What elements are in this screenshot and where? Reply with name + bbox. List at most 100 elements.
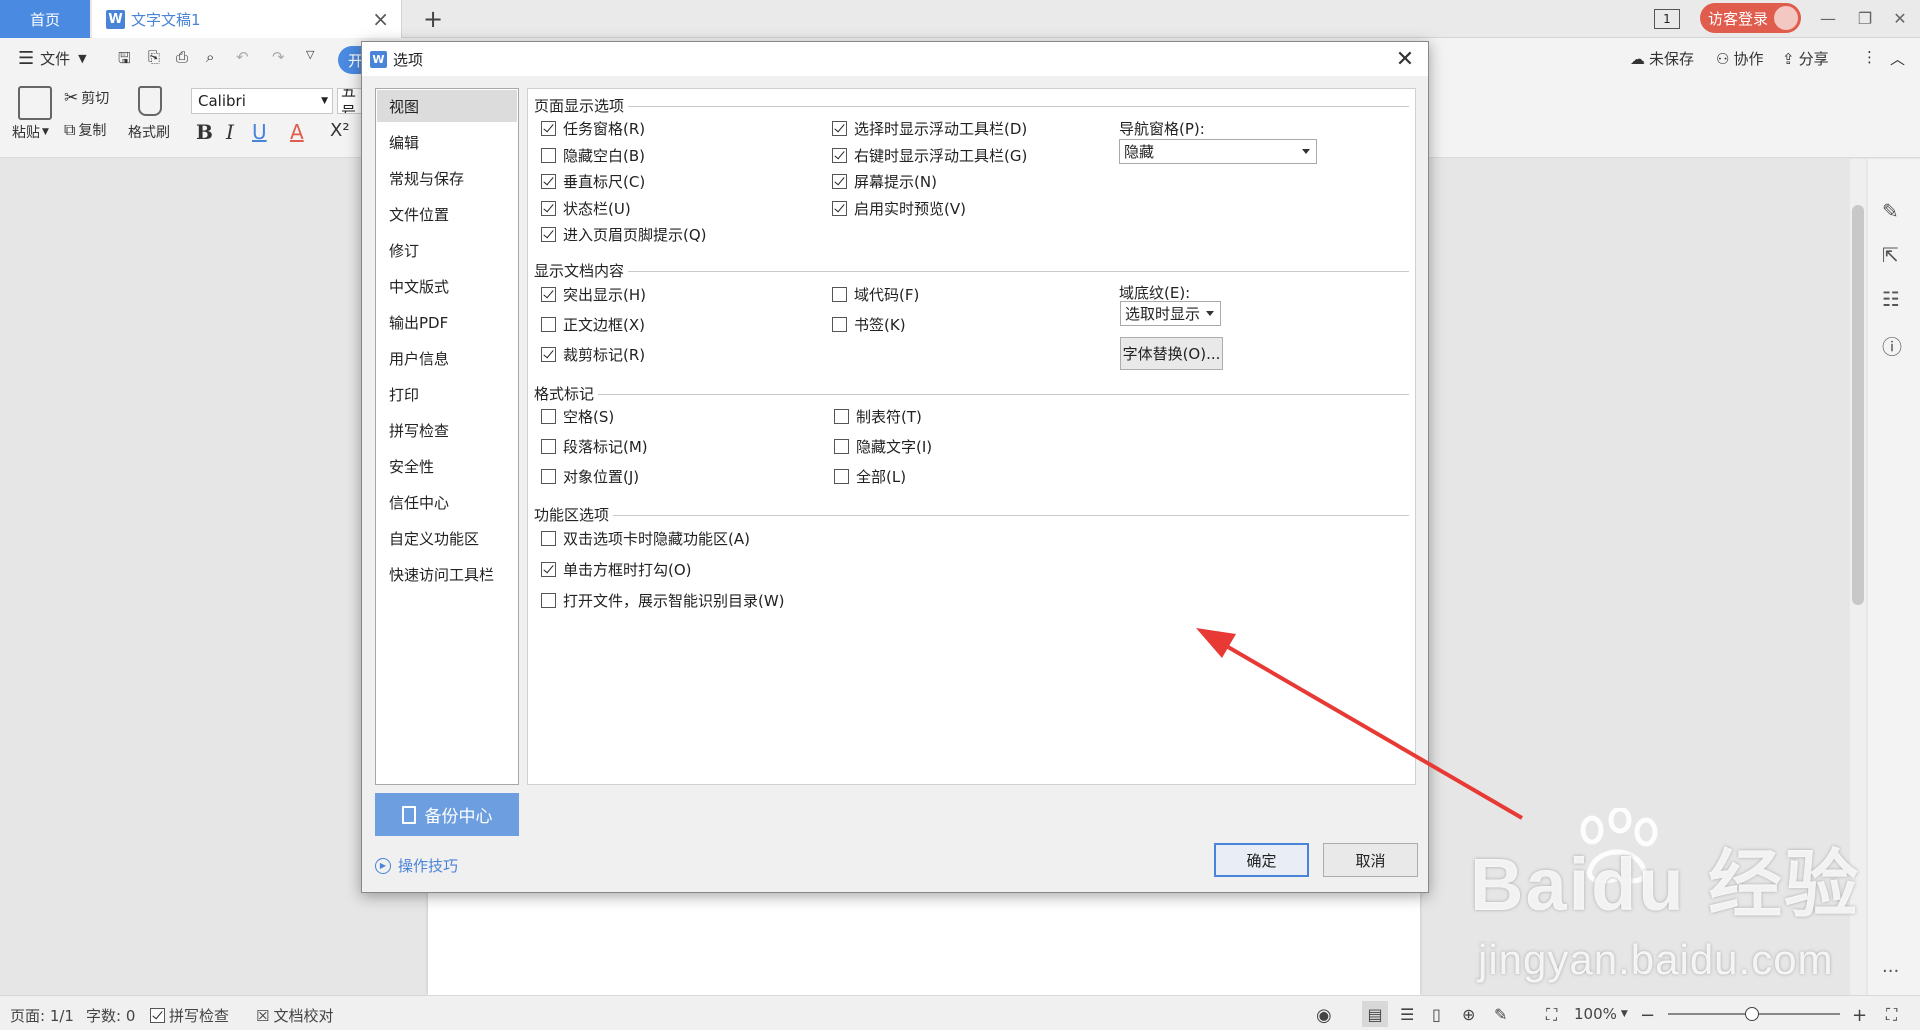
zoom-in-icon[interactable]: +	[1852, 1005, 1867, 1026]
collapse-ribbon-icon[interactable]: ︿	[1890, 48, 1905, 69]
checkbox[interactable]	[541, 409, 556, 424]
minimize-icon[interactable]: —	[1814, 6, 1842, 30]
checkbox[interactable]	[832, 200, 847, 216]
checkbox-option[interactable]: 任务窗格(R)	[541, 118, 645, 139]
nav-item[interactable]: 中文版式	[377, 270, 517, 302]
checkbox-option[interactable]: 域代码(F)	[832, 284, 919, 305]
nav-item[interactable]: 输出PDF	[377, 306, 517, 338]
annotate-icon[interactable]: ✎	[1494, 1005, 1507, 1024]
checkbox[interactable]	[541, 287, 556, 302]
file-menu[interactable]: ☰ 文件 ▼	[18, 48, 87, 69]
fullscreen-icon[interactable]: ⛶	[1886, 1005, 1897, 1025]
new-tab-button[interactable]: +	[416, 0, 450, 38]
scrollbar-thumb[interactable]	[1852, 205, 1864, 605]
nav-item[interactable]: 信任中心	[377, 486, 517, 518]
help-icon[interactable]: ⓘ	[1882, 331, 1902, 360]
checkbox-option[interactable]: 状态栏(U)	[541, 198, 631, 219]
bold-button[interactable]: B	[196, 120, 213, 144]
tab-home[interactable]: 首页	[0, 0, 90, 38]
dialog-title-bar[interactable]: W 选项 ✕	[362, 42, 1428, 76]
restore-icon[interactable]: ❐	[1851, 6, 1879, 30]
checkbox[interactable]	[541, 562, 556, 577]
undo-icon[interactable]: ↶	[236, 48, 249, 66]
checkbox[interactable]	[541, 147, 556, 163]
font-name-combo[interactable]: Calibri ▼	[191, 88, 333, 114]
checkbox[interactable]	[541, 469, 556, 484]
unsaved-indicator[interactable]: ☁ 未保存	[1630, 48, 1694, 69]
close-window-icon[interactable]: ✕	[1886, 6, 1914, 30]
checkbox[interactable]	[541, 593, 556, 608]
redo-icon[interactable]: ↷	[272, 48, 285, 66]
nav-item[interactable]: 视图	[377, 90, 517, 122]
checkbox-option[interactable]: 正文边框(X)	[541, 314, 645, 335]
window-count-icon[interactable]: 1	[1654, 9, 1680, 29]
font-color-button[interactable]: A	[290, 120, 304, 144]
checkbox[interactable]	[834, 409, 849, 424]
checkbox-option[interactable]: 隐藏文字(I)	[834, 436, 932, 457]
checkbox-option[interactable]: 全部(L)	[834, 466, 906, 487]
checkbox-option[interactable]: 选择时显示浮动工具栏(D)	[832, 118, 1027, 139]
dialog-close-icon[interactable]: ✕	[1392, 46, 1418, 72]
checkbox[interactable]	[832, 147, 847, 163]
format-painter-button[interactable]: 格式刷	[128, 122, 170, 142]
nav-item[interactable]: 打印	[377, 378, 517, 410]
checkbox-option[interactable]: 对象位置(J)	[541, 466, 639, 487]
nav-item[interactable]: 拼写检查	[377, 414, 517, 446]
web-view-icon[interactable]: ⊕	[1462, 1005, 1475, 1024]
print-preview-icon[interactable]: ⌕	[206, 48, 214, 66]
checkbox[interactable]	[832, 121, 847, 136]
spell-check-toggle[interactable]: 拼写检查	[150, 1005, 229, 1026]
underline-button[interactable]: U	[252, 120, 267, 144]
tips-link[interactable]: ▶ 操作技巧	[375, 855, 458, 876]
collab-button[interactable]: ⚇ 协作	[1716, 48, 1763, 69]
close-tab-icon[interactable]: ×	[372, 7, 389, 31]
pen-icon[interactable]: ✎	[1882, 199, 1899, 223]
reading-view-icon[interactable]: ▯	[1432, 1005, 1441, 1024]
tab-document[interactable]: W 文字文稿1 ×	[92, 0, 402, 38]
zoom-slider-handle[interactable]	[1745, 1007, 1759, 1021]
checkbox[interactable]	[832, 317, 847, 332]
quick-access-dropdown-icon[interactable]: ▽	[306, 48, 314, 61]
checkbox-option[interactable]: 空格(S)	[541, 406, 614, 427]
paste-icon[interactable]	[18, 86, 52, 120]
cancel-button[interactable]: 取消	[1323, 843, 1418, 877]
checkbox-option[interactable]: 打开文件，展示智能识别目录(W)	[541, 590, 785, 611]
nav-item[interactable]: 用户信息	[377, 342, 517, 374]
more-dots-icon[interactable]: ···	[1882, 961, 1899, 982]
save-icon[interactable]: 🖫	[118, 48, 131, 73]
checkbox[interactable]	[541, 531, 556, 546]
checkbox[interactable]	[541, 347, 556, 362]
visitor-login-button[interactable]: 访客登录	[1700, 3, 1801, 33]
checkbox-option[interactable]: 单击方框时打勾(O)	[541, 559, 692, 580]
checkbox[interactable]	[541, 121, 556, 136]
nav-item[interactable]: 自定义功能区	[377, 522, 517, 554]
outline-view-icon[interactable]: ☰	[1400, 1005, 1414, 1024]
zoom-out-icon[interactable]: −	[1640, 1005, 1655, 1026]
proofread-button[interactable]: ☒ 文档校对	[256, 1005, 333, 1026]
checkbox-option[interactable]: 垂直标尺(C)	[541, 171, 645, 192]
more-icon[interactable]: ⋮	[1862, 48, 1877, 66]
checkbox-option[interactable]: 突出显示(H)	[541, 284, 646, 305]
checkbox[interactable]	[832, 174, 847, 189]
checkbox[interactable]	[834, 469, 849, 484]
copy-button[interactable]: ⧉ 复制	[64, 120, 106, 140]
checkbox-option[interactable]: 裁剪标记(R)	[541, 344, 645, 365]
checkbox-option[interactable]: 屏幕提示(N)	[832, 171, 937, 192]
font-substitution-button[interactable]: 字体替换(O)...	[1120, 337, 1223, 370]
word-count[interactable]: 字数: 0	[86, 1005, 135, 1026]
eye-protection-icon[interactable]: ◉	[1316, 1005, 1332, 1026]
checkbox-option[interactable]: 段落标记(M)	[541, 436, 648, 457]
nav-item[interactable]: 快速访问工具栏	[377, 558, 517, 590]
checkbox[interactable]	[834, 439, 849, 454]
nav-item[interactable]: 文件位置	[377, 198, 517, 230]
checkbox-option[interactable]: 双击选项卡时隐藏功能区(A)	[541, 528, 750, 549]
checkbox[interactable]	[541, 174, 556, 189]
checkbox-option[interactable]: 书签(K)	[832, 314, 906, 335]
checkbox-option[interactable]: 启用实时预览(V)	[832, 198, 966, 219]
format-painter-icon[interactable]	[138, 86, 162, 116]
settings-sliders-icon[interactable]: ☷	[1882, 287, 1900, 311]
share-button[interactable]: ⇪ 分享	[1782, 48, 1829, 69]
checkbox-option[interactable]: 进入页眉页脚提示(Q)	[541, 224, 707, 245]
ok-button[interactable]: 确定	[1214, 843, 1309, 877]
print-icon[interactable]: ⎙	[176, 48, 188, 66]
